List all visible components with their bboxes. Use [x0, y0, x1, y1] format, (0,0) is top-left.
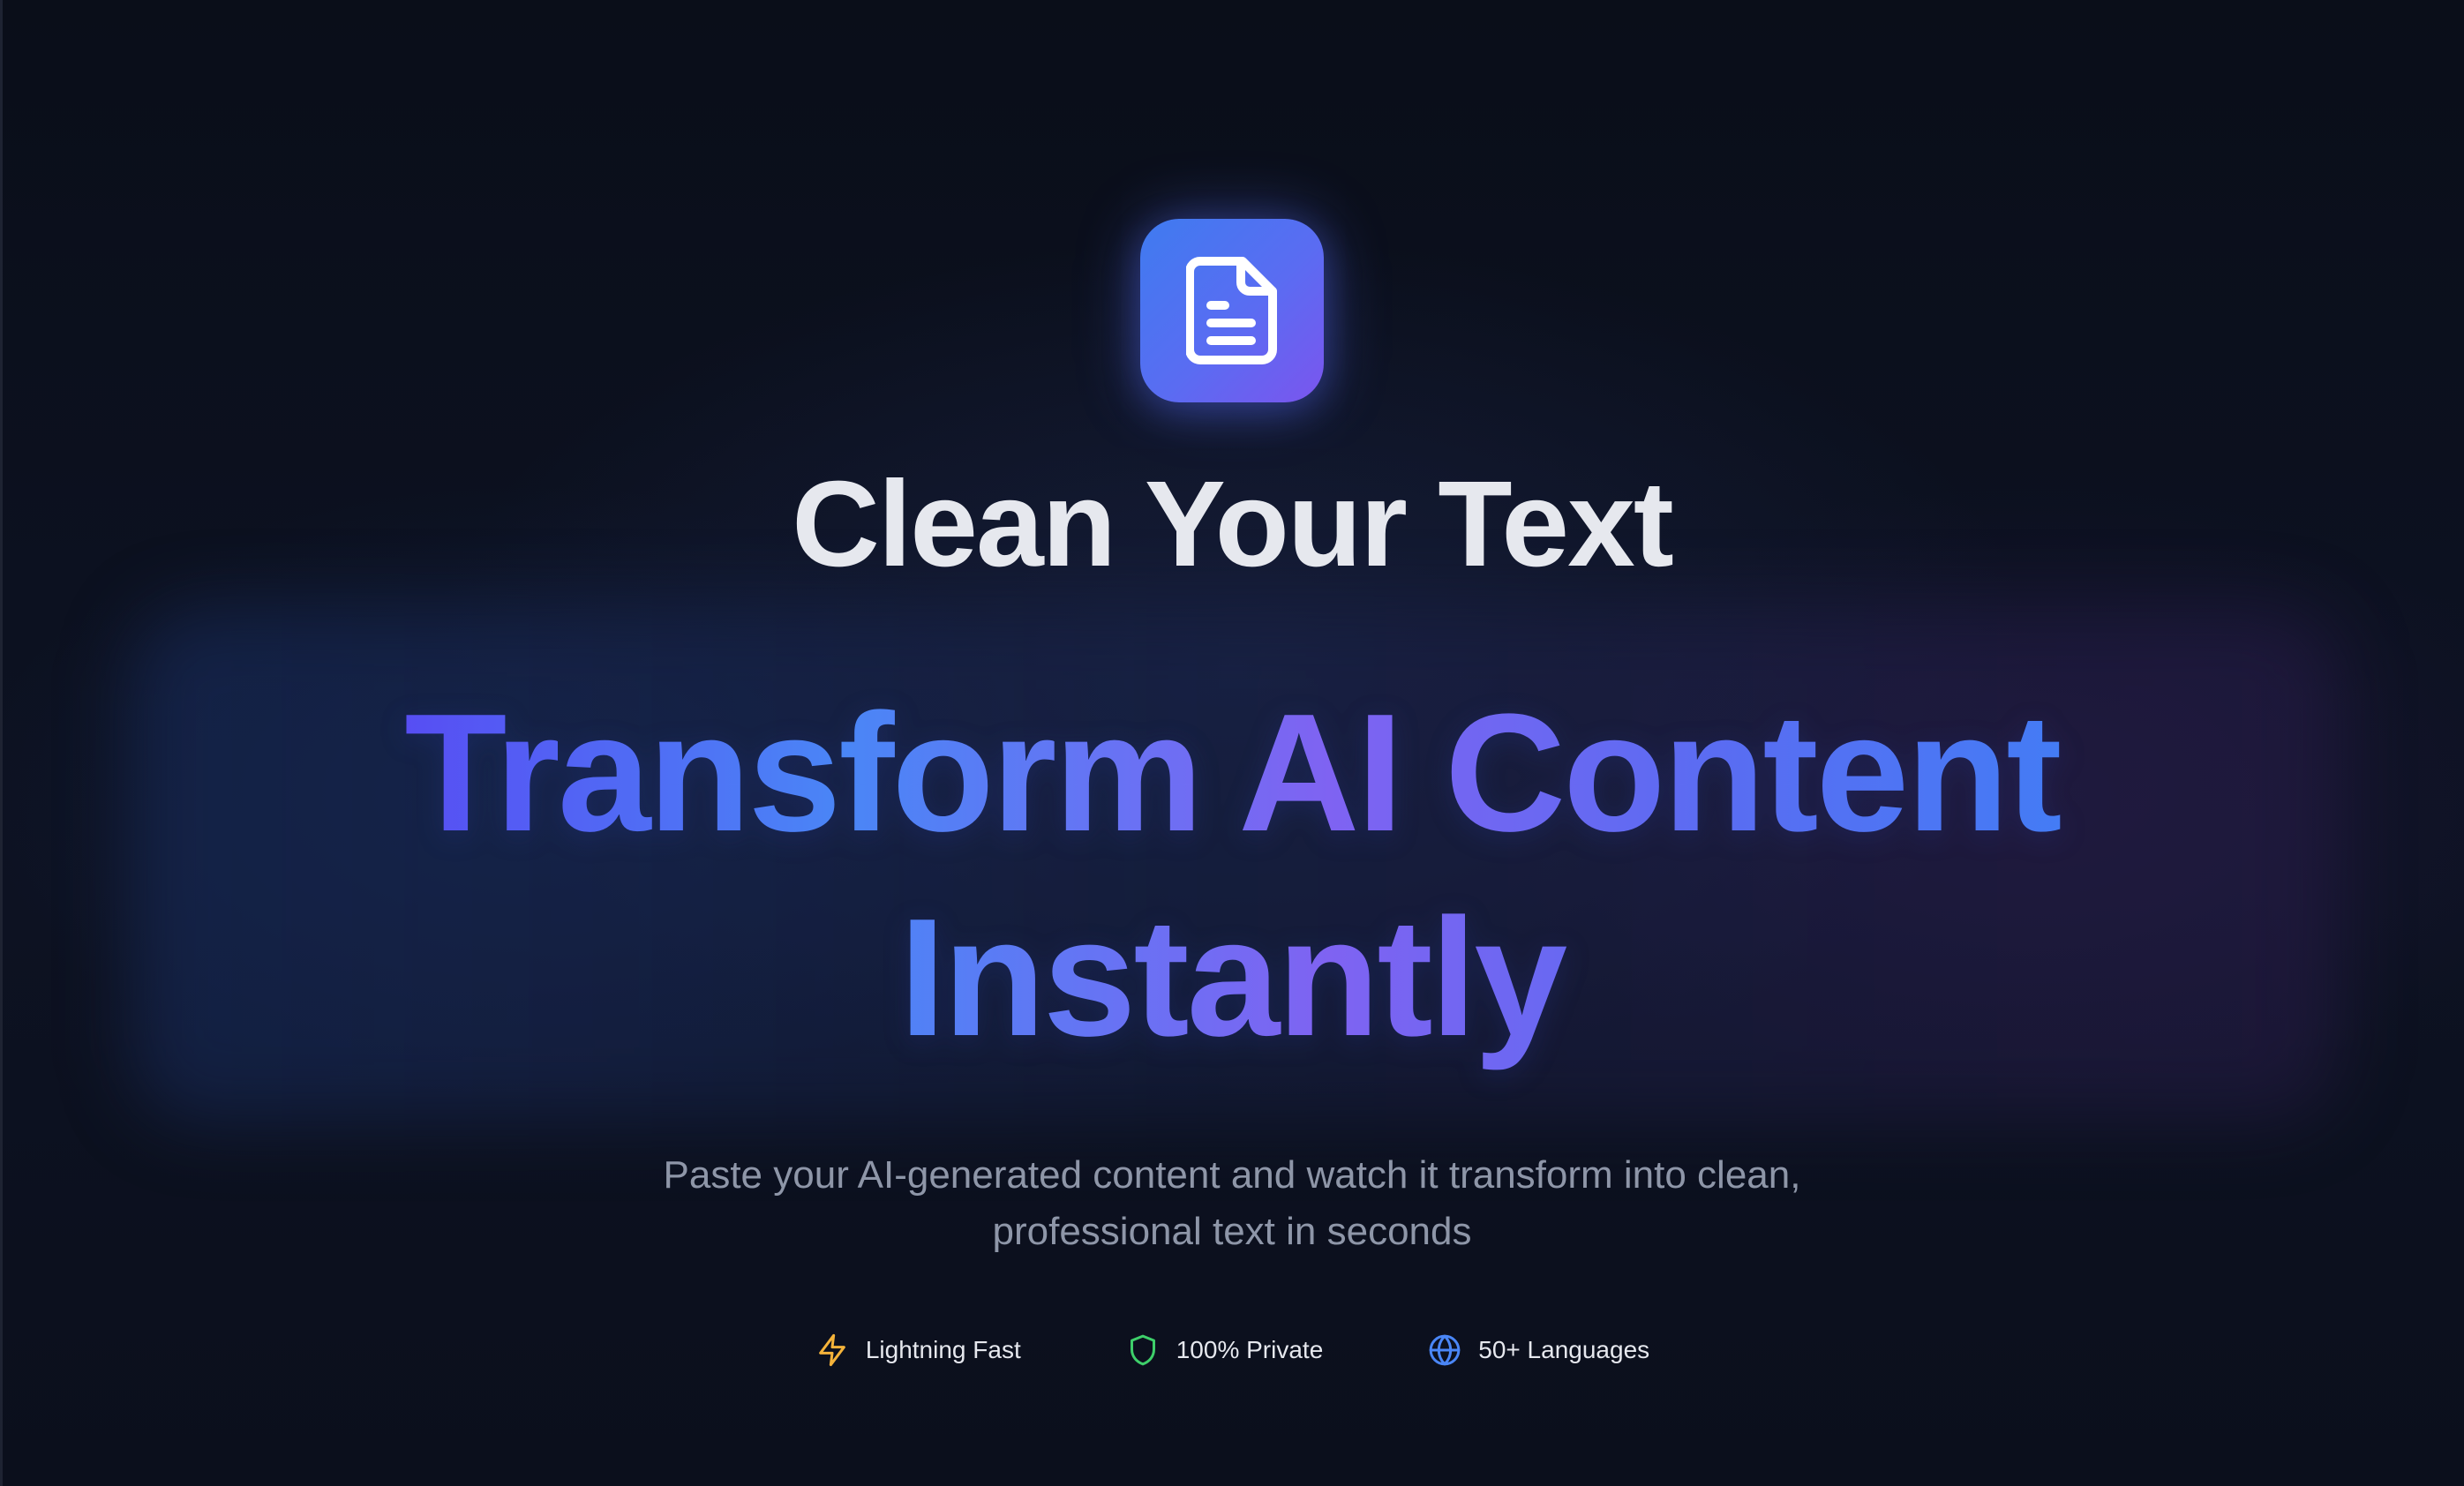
- feature-label: Lightning Fast: [865, 1336, 1021, 1363]
- feature-lightning-fast: Lightning Fast: [815, 1325, 1021, 1375]
- app-logo: [1140, 219, 1324, 402]
- window-edge: [0, 0, 3, 1486]
- hero-subtitle-line-1: Paste your AI-generated content and watc…: [663, 1153, 1801, 1197]
- feature-label: 50+ Languages: [1478, 1336, 1650, 1363]
- hero-headline-line-2: Instantly: [898, 884, 1567, 1071]
- feature-languages: 50+ Languages: [1427, 1325, 1649, 1375]
- feature-label: 100% Private: [1176, 1336, 1324, 1363]
- globe-icon: [1427, 1332, 1462, 1368]
- lightning-icon: [815, 1332, 850, 1368]
- hero-headline-line-1: Transform AI Content: [404, 679, 2062, 867]
- landing-page: Clean Your Text Transform AI Content Ins…: [0, 0, 2464, 1486]
- feature-private: 100% Private: [1125, 1325, 1324, 1375]
- document-icon: [1186, 257, 1277, 364]
- hero-subtitle: Paste your AI-generated content and watc…: [530, 1147, 1934, 1260]
- shield-icon: [1125, 1332, 1161, 1368]
- feature-list: Lightning Fast 100% Private 50+ Language…: [0, 1325, 2464, 1375]
- hero-headline: Transform AI Content Instantly: [265, 671, 2199, 1080]
- hero-subtitle-line-2: professional text in seconds: [992, 1210, 1472, 1253]
- page-title: Clean Your Text: [792, 456, 1674, 592]
